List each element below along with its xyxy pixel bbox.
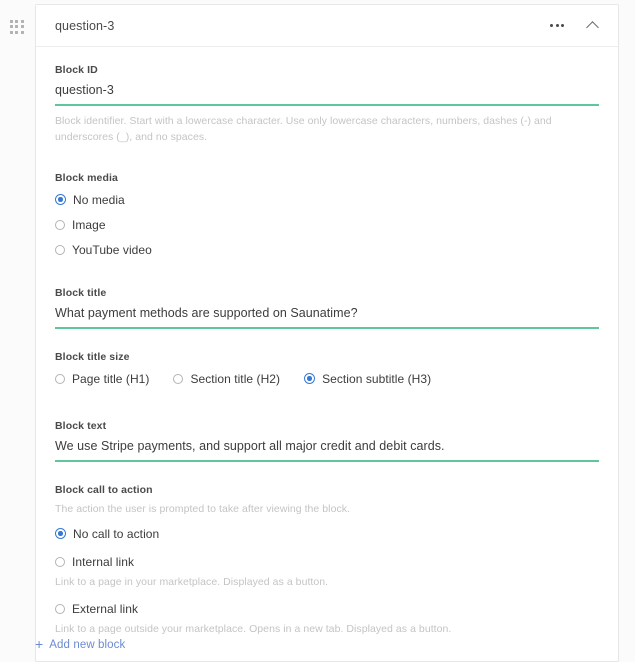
block-card: question-3 Block ID question-3 Block ide… xyxy=(35,4,619,662)
radio-label: Page title (H1) xyxy=(72,371,150,386)
drag-dot xyxy=(15,19,19,23)
block-title-size-radio-group: Page title (H1) Section title (H2) Secti… xyxy=(55,372,599,386)
drag-dot xyxy=(21,31,25,35)
dot xyxy=(555,24,559,27)
block-card-body: Block ID question-3 Block identifier. St… xyxy=(36,47,618,661)
dot xyxy=(561,24,564,27)
cta-option-no-call-to-action-wrap: No call to action xyxy=(55,527,599,541)
chevron-up-icon[interactable] xyxy=(583,17,601,35)
field-block-id: Block ID question-3 Block identifier. St… xyxy=(55,64,599,146)
radio-icon xyxy=(55,373,65,384)
radio-icon xyxy=(55,244,65,255)
block-cta-radio-group: No call to action Internal link Link to … xyxy=(55,527,599,635)
drag-dot xyxy=(9,25,13,29)
ellipsis-dots xyxy=(550,24,564,27)
field-block-title: Block title What payment methods are sup… xyxy=(55,287,599,329)
radio-option-internal-link[interactable]: Internal link xyxy=(55,555,599,569)
block-cta-label: Block call to action xyxy=(55,483,153,496)
drag-dot xyxy=(15,25,19,29)
radio-icon xyxy=(55,603,65,614)
radio-icon xyxy=(55,219,65,230)
radio-label: Section title (H2) xyxy=(190,371,281,386)
internal-link-helper: Link to a page in your marketplace. Disp… xyxy=(55,575,329,588)
radio-option-external-link[interactable]: External link xyxy=(55,602,599,616)
block-title-label: Block title xyxy=(55,286,107,299)
drag-dot xyxy=(9,31,13,35)
radio-label: Internal link xyxy=(72,554,135,569)
block-text-input[interactable]: We use Stripe payments, and support all … xyxy=(55,439,599,460)
drag-dot xyxy=(21,25,25,29)
field-block-title-size: Block title size Page title (H1) Section… xyxy=(55,351,599,386)
drag-dot xyxy=(9,19,13,23)
block-title-input[interactable]: What payment methods are supported on Sa… xyxy=(55,306,599,327)
ellipsis-icon[interactable] xyxy=(548,17,566,35)
radio-label: External link xyxy=(72,601,139,616)
cta-option-external-link-wrap: External link Link to a page outside you… xyxy=(55,602,599,635)
block-id-helper: Block identifier. Start with a lowercase… xyxy=(55,115,552,144)
field-block-text: Block text We use Stripe payments, and s… xyxy=(55,420,599,462)
radio-icon xyxy=(173,373,184,384)
plus-icon: + xyxy=(35,636,44,652)
field-block-call-to-action: Block call to action The action the user… xyxy=(55,484,599,635)
cta-option-internal-link-wrap: Internal link Link to a page in your mar… xyxy=(55,555,599,588)
radio-label: Image xyxy=(72,217,106,232)
radio-label: Section subtitle (H3) xyxy=(322,371,432,386)
block-id-label: Block ID xyxy=(55,64,98,76)
radio-label: No media xyxy=(73,192,125,207)
radio-icon xyxy=(55,556,65,567)
chevron-glyph xyxy=(585,20,599,34)
radio-option-no-media[interactable]: No media xyxy=(55,193,599,207)
radio-label: No call to action xyxy=(73,526,160,541)
add-new-block-button[interactable]: + Add new block xyxy=(35,636,126,652)
drag-dot xyxy=(15,31,19,35)
block-title-size-label: Block title size xyxy=(55,350,130,363)
radio-option-page-title-h1[interactable]: Page title (H1) xyxy=(55,372,149,386)
block-text-label: Block text xyxy=(55,419,107,432)
block-id-underline xyxy=(55,104,599,106)
block-media-label: Block media xyxy=(55,171,118,184)
field-block-media: Block media No media Image YouTube video xyxy=(55,172,599,257)
radio-option-image[interactable]: Image xyxy=(55,218,599,232)
drag-dot xyxy=(21,19,25,23)
dot xyxy=(550,24,553,27)
radio-icon-selected xyxy=(304,373,316,385)
external-link-helper: Link to a page outside your marketplace.… xyxy=(55,622,452,635)
block-card-header: question-3 xyxy=(36,5,618,47)
radio-option-section-subtitle-h3[interactable]: Section subtitle (H3) xyxy=(304,372,431,386)
radio-icon-selected xyxy=(55,528,66,540)
page-root: question-3 Block ID question-3 Block ide… xyxy=(0,0,635,662)
drag-handle-icon[interactable] xyxy=(9,19,25,35)
radio-label: YouTube video xyxy=(72,242,152,257)
block-media-radio-group: No media Image YouTube video xyxy=(55,193,599,257)
radio-option-section-title-h2[interactable]: Section title (H2) xyxy=(173,372,280,386)
block-card-title: question-3 xyxy=(55,18,115,33)
radio-option-no-call-to-action[interactable]: No call to action xyxy=(55,527,599,541)
add-new-block-label: Add new block xyxy=(49,638,126,651)
block-cta-description: The action the user is prompted to take … xyxy=(55,502,351,515)
radio-icon-selected xyxy=(55,194,66,206)
block-card-actions xyxy=(548,17,601,35)
block-id-input[interactable]: question-3 xyxy=(55,83,599,104)
radio-option-youtube-video[interactable]: YouTube video xyxy=(55,243,599,257)
